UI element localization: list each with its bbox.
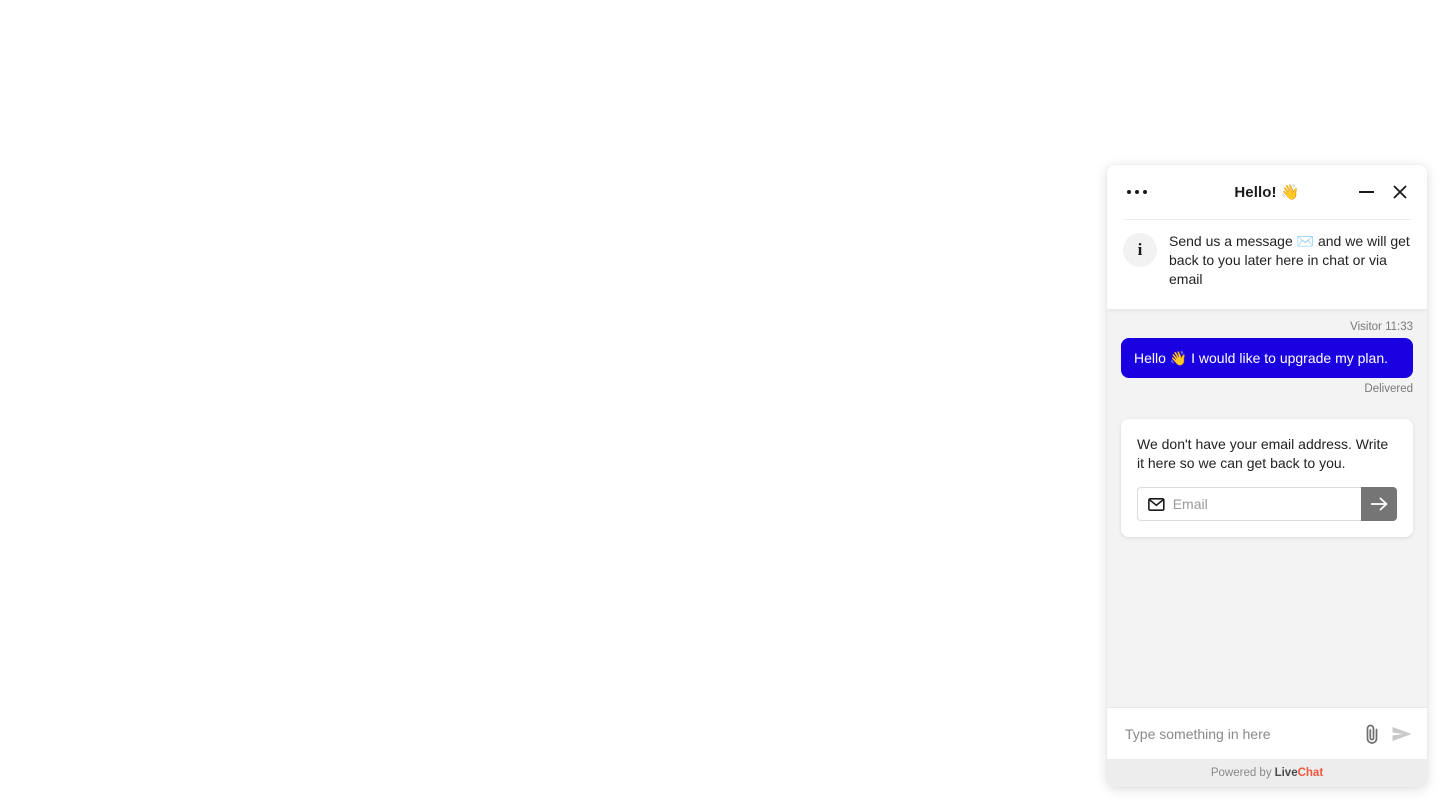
- email-input-row: [1137, 487, 1397, 521]
- close-icon: [1393, 185, 1407, 199]
- header-actions: [1355, 181, 1411, 203]
- email-input[interactable]: [1172, 496, 1351, 512]
- info-icon: i: [1123, 233, 1157, 267]
- email-submit-button[interactable]: [1361, 487, 1397, 521]
- minimize-button[interactable]: [1355, 181, 1377, 203]
- ellipsis-dot: [1135, 190, 1139, 194]
- email-card-text: We don't have your email address. Write …: [1137, 436, 1389, 471]
- ellipsis-dot: [1143, 190, 1147, 194]
- livechat-widget: Hello! 👋 i Send us a message ✉️ and we w…: [1107, 165, 1427, 787]
- intro-panel: i Send us a message ✉️ and we will get b…: [1107, 219, 1427, 309]
- envelope-icon: [1148, 497, 1165, 511]
- message-author-time: Visitor 11:33: [1350, 321, 1413, 333]
- message-composer: [1107, 707, 1427, 759]
- email-field-wrapper[interactable]: [1137, 487, 1361, 521]
- intro-message-text: Send us a message ✉️ and we will get bac…: [1169, 233, 1410, 287]
- brand-name-live: Live: [1274, 767, 1298, 779]
- message-input[interactable]: [1125, 725, 1351, 742]
- visitor-message-bubble: Hello 👋 I would like to upgrade my plan.: [1121, 338, 1413, 378]
- composer-actions: [1361, 723, 1413, 745]
- powered-by-label: Powered by: [1210, 767, 1272, 779]
- close-button[interactable]: [1389, 181, 1411, 203]
- ellipsis-icon[interactable]: [1125, 184, 1149, 200]
- send-message-button[interactable]: [1391, 723, 1413, 745]
- send-icon: [1392, 726, 1412, 741]
- ellipsis-dot: [1127, 190, 1131, 194]
- arrow-right-icon: [1371, 497, 1388, 511]
- email-prefill-card: We don't have your email address. Write …: [1121, 419, 1413, 537]
- widget-footer: Powered by Live Chat: [1107, 759, 1427, 787]
- widget-header: Hello! 👋: [1107, 165, 1427, 219]
- minimize-icon: [1358, 191, 1374, 193]
- brand-name-chat: Chat: [1297, 767, 1324, 779]
- message-row: Hello 👋 I would like to upgrade my plan.: [1121, 338, 1413, 378]
- message-status: Delivered: [1364, 383, 1413, 395]
- conversation-area: Visitor 11:33 Hello 👋 I would like to up…: [1107, 309, 1427, 707]
- attach-file-button[interactable]: [1361, 723, 1383, 745]
- paperclip-icon: [1366, 724, 1378, 744]
